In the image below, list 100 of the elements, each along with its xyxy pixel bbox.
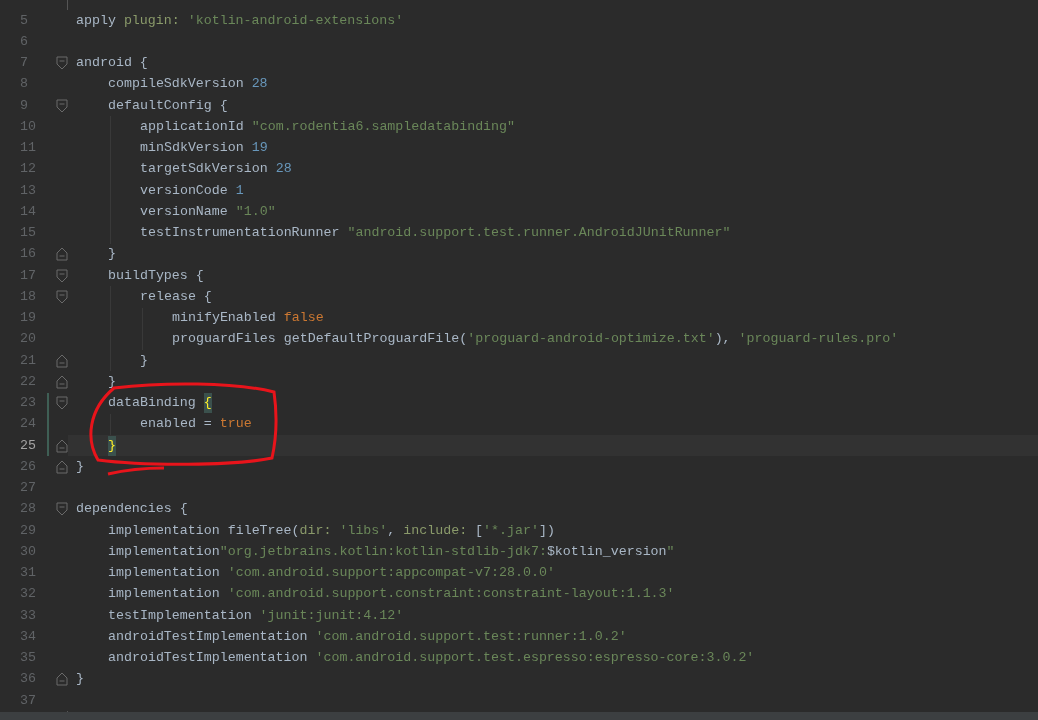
unfold-icon[interactable] [56,247,68,262]
fold-icon[interactable] [56,396,68,411]
code-token: , [387,521,397,540]
code-token: androidTestImplementation [108,649,309,668]
fold-icon[interactable] [56,56,68,71]
code-token: defaultConfig { [108,96,228,115]
code-token: implementation [108,564,221,583]
line-number: 10 [20,117,37,136]
code-token: enabled = [140,415,213,434]
line-number: 30 [20,542,37,561]
code-token: 'com.android.support.test:runner:1.0.2' [315,627,627,646]
code-token: dependencies { [76,500,188,519]
code-token: versionCode [140,181,229,200]
code-token: implementation [108,585,221,604]
code-token: 'junit:junit:4.12' [259,606,404,625]
code-token: dataBinding [108,394,197,413]
line-number: 21 [20,351,37,370]
line-number: 26 [20,457,37,476]
code-token: include: [403,521,469,540]
line-number: 34 [20,627,37,646]
unfold-icon[interactable] [56,374,68,389]
code-token: 'proguard-android-optimize.txt' [467,330,715,349]
code-token: minifyEnabled [172,309,277,328]
line-number: 36 [20,670,37,689]
line-number: 11 [20,139,37,158]
line-number: 25 [20,436,37,455]
code-token: '*.jar' [483,521,539,540]
code-token: 28 [275,160,292,179]
code-token: minSdkVersion [140,139,245,158]
unfold-icon[interactable] [56,459,68,474]
code-token: } [108,372,116,391]
line-number: 22 [20,372,37,391]
fold-icon[interactable] [56,98,68,113]
code-token: dir: [299,521,333,540]
code-token: applicationId [140,117,245,136]
line-number: 31 [20,564,37,583]
line-number: 19 [20,309,37,328]
line-number: 6 [20,32,29,51]
code-token: } [76,457,84,476]
code-token: 'proguard-rules.pro' [738,330,899,349]
code-token: } [76,670,84,689]
line-number: 16 [20,245,37,264]
unfold-icon[interactable] [56,353,68,368]
code-token: "1.0" [235,202,276,221]
line-number: 18 [20,287,37,306]
code-token: } [108,245,116,264]
code-token: android { [76,54,148,73]
line-number: 15 [20,224,37,243]
code-token: 'com.android.support.constraint:constraint-layout:1.1.3' [227,585,675,604]
matched-brace: { [203,393,212,414]
fold-icon[interactable] [56,289,68,304]
code-token: ), [714,330,732,349]
code-token: buildTypes { [108,266,204,285]
code-token: 'kotlin-android-extensions' [187,11,404,30]
line-number: 7 [20,54,29,73]
code-token: true [219,415,252,434]
code-token: [ [475,521,484,540]
line-number: 37 [20,691,37,710]
line-number: 9 [20,96,29,115]
fold-icon[interactable] [56,502,68,517]
matched-brace: } [108,435,116,456]
line-number: 24 [20,415,37,434]
code-token: implementation [108,542,220,561]
code-token: testInstrumentationRunner [140,224,341,243]
line-number: 12 [20,160,37,179]
code-token: implementation fileTree( [108,521,300,540]
code-token: ]) [538,521,555,540]
code-token: " [666,542,675,561]
line-number: 35 [20,649,37,668]
line-number: 17 [20,266,37,285]
unfold-icon[interactable] [56,672,68,687]
code-token: versionName [140,202,229,221]
code-token: 'libs' [339,521,388,540]
unfold-icon[interactable] [56,438,68,453]
line-number: 27 [20,479,37,498]
code-token: $kotlin_version [546,542,667,561]
code-token: "android.support.test.runner.AndroidJUnitRunner" [347,224,731,243]
code-token: release { [140,287,212,306]
line-number: 13 [20,181,37,200]
horizontal-scrollbar[interactable] [0,712,1038,720]
line-number: 32 [20,585,37,604]
code-token: false [283,309,324,328]
line-number: 14 [20,202,37,221]
code-token: compileSdkVersion [108,75,245,94]
line-number: 5 [20,11,29,30]
code-token: testImplementation [108,606,253,625]
code-token: targetSdkVersion [140,160,269,179]
line-number: 20 [20,330,37,349]
code-token: proguardFiles getDefaultProguardFile( [172,330,468,349]
code-token: androidTestImplementation [108,627,309,646]
code-token: "org.jetbrains.kotlin:kotlin-stdlib-jdk7: [219,542,547,561]
code-token: "com.rodentia6.sampledatabinding" [251,117,516,136]
code-token: 28 [251,75,268,94]
line-number: 23 [20,394,37,413]
line-number: 28 [20,500,37,519]
code-token: 19 [251,139,268,158]
fold-icon[interactable] [56,268,68,283]
code-token: 'com.android.support:appcompat-v7:28.0.0' [227,564,555,583]
line-number: 29 [20,521,37,540]
code-token: plugin: [123,11,181,30]
